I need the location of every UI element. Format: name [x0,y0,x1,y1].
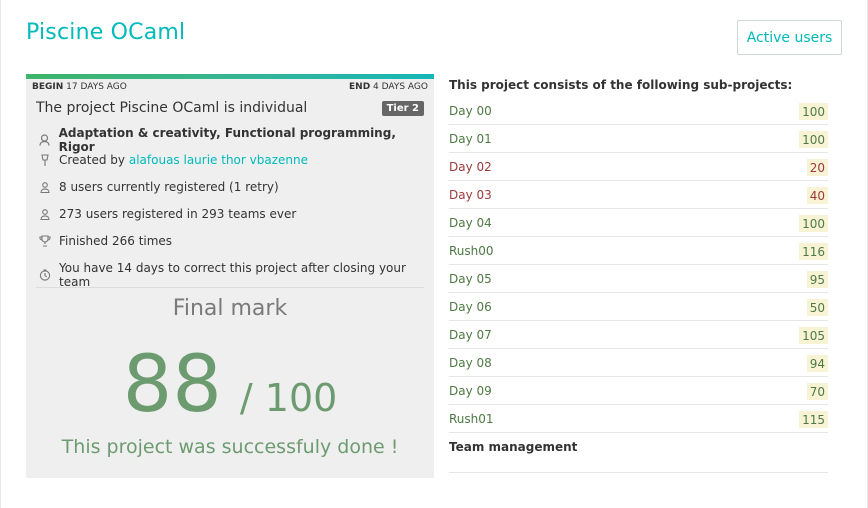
subproject-row[interactable]: Day 03 40 [449,181,828,209]
final-mark: 88/ 100 [26,346,434,424]
skills-text: Adaptation & creativity, Functional prog… [58,126,396,154]
creator-icon [39,153,51,167]
subproject-row[interactable]: Day 05 95 [449,265,828,293]
subproject-row[interactable]: Rush01 115 [449,405,828,433]
registered-text: 8 users currently registered (1 retry) [59,180,279,194]
created-by-label: Created by [59,153,126,167]
subprojects-title: This project consists of the following s… [449,78,793,92]
subproject-score: 105 [799,327,828,344]
registered-row: 8 users currently registered (1 retry) [39,180,424,194]
subproject-score: 116 [799,243,828,260]
subproject-score: 40 [806,187,828,204]
mark-max: / 100 [239,376,338,420]
subproject-name[interactable]: Day 07 [449,328,492,342]
subproject-name[interactable]: Rush01 [449,412,494,426]
subproject-name[interactable]: Day 03 [449,188,492,202]
registered-ever-row: 273 users registered in 293 teams ever [39,207,424,221]
mark-value: 88 [122,340,222,430]
subproject-row[interactable]: Day 04 100 [449,209,828,237]
subproject-score: 94 [806,355,828,372]
subproject-row[interactable]: Day 00 100 [449,97,828,125]
subproject-row[interactable]: Day 06 50 [449,293,828,321]
subproject-name[interactable]: Rush00 [449,244,494,258]
correction-row: You have 14 days to correct this project… [39,261,424,289]
success-message: This project was successfuly done ! [61,436,399,458]
subproject-score: 20 [806,159,828,176]
card-divider [36,287,424,288]
users-icon [39,208,51,221]
subproject-name[interactable]: Day 00 [449,104,492,118]
subproject-row[interactable]: Day 07 105 [449,321,828,349]
page-title: Piscine OCaml [26,20,186,45]
subproject-score: 100 [799,103,828,120]
subproject-score: 100 [799,131,828,148]
registered-ever-text: 273 users registered in 293 teams ever [59,207,297,221]
skills-icon [39,134,51,147]
subproject-score: 95 [806,271,828,288]
subproject-row[interactable]: Day 01 100 [449,125,828,153]
subproject-name[interactable]: Day 09 [449,384,492,398]
subproject-row[interactable]: Day 09 70 [449,377,828,405]
finished-text: Finished 266 times [59,234,173,248]
correction-text: You have 14 days to correct this project… [59,261,406,289]
team-divider [449,472,828,473]
creators-row: Created by alafouas laurie thor vbazenne [39,153,424,167]
subproject-name[interactable]: Day 01 [449,132,492,146]
finished-row: Finished 266 times [39,234,424,248]
project-type: The project Piscine OCaml is individual [36,100,308,116]
clock-icon [39,269,51,282]
subproject-row[interactable]: Rush00 116 [449,237,828,265]
subproject-score: 50 [806,299,828,316]
subproject-score: 115 [799,411,828,428]
creators-link[interactable]: alafouas laurie thor vbazenne [129,153,308,167]
subproject-name[interactable]: Day 04 [449,216,492,230]
project-card: BEGIN 17 DAYS AGO END 4 DAYS AGO The pro… [26,74,434,478]
subproject-name[interactable]: Day 06 [449,300,492,314]
user-icon [39,181,51,194]
subproject-row[interactable]: Day 08 94 [449,349,828,377]
end-date: END 4 DAYS AGO [349,82,428,92]
active-users-button[interactable]: Active users [737,20,842,55]
subproject-score: 100 [799,215,828,232]
project-dates: BEGIN 17 DAYS AGO END 4 DAYS AGO [26,82,434,96]
progress-bar [26,74,434,79]
final-mark-label: Final mark [172,296,288,321]
subproject-name[interactable]: Day 08 [449,356,492,370]
subproject-row[interactable]: Day 02 20 [449,153,828,181]
subprojects-list: Day 00 100 Day 01 100 Day 02 20 Day 03 40 Day 04… [449,97,828,433]
tier-badge: Tier 2 [381,101,424,116]
subproject-score: 70 [806,383,828,400]
team-management-label: Team management [449,440,578,454]
trophy-icon [39,235,51,248]
subproject-name[interactable]: Day 02 [449,160,492,174]
skills-row: Adaptation & creativity, Functional prog… [39,126,424,154]
subproject-name[interactable]: Day 05 [449,272,492,286]
begin-date: BEGIN 17 DAYS AGO [32,82,127,92]
